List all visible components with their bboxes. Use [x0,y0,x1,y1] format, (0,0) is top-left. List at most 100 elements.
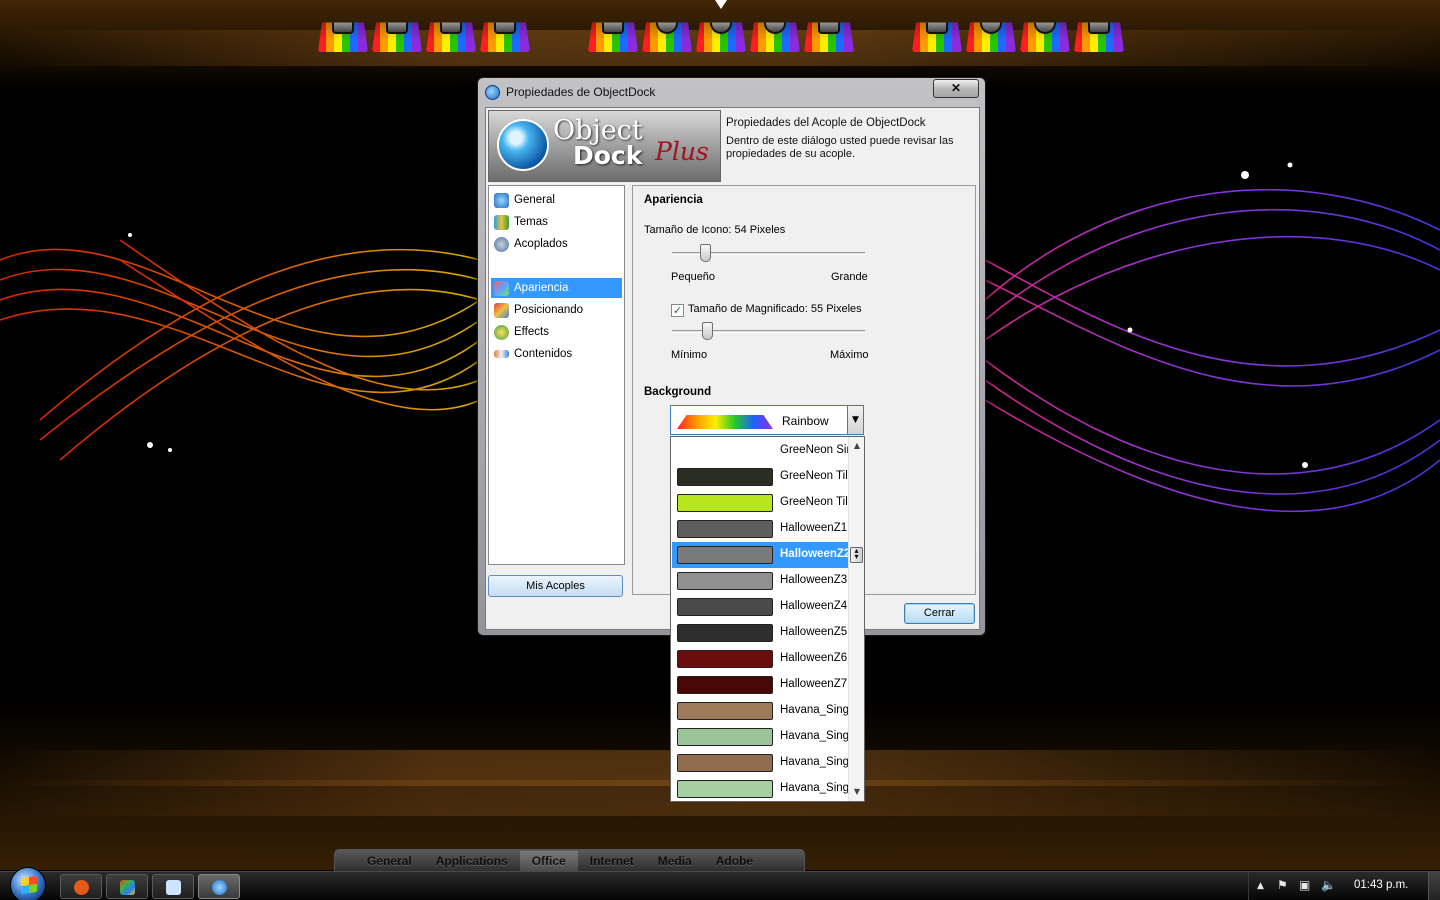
icon-size-label: Tamaño de Icono: 54 Pixeles [644,224,786,236]
show-hidden-icons-icon[interactable]: ▲ [1257,881,1264,891]
background-swatch [677,494,773,512]
background-swatch [677,442,773,460]
dropdown-option[interactable]: HalloweenZ5 [672,620,849,646]
section-title-background: Background [644,386,712,398]
category-list: General Temas Acoplados Apariencia Posic… [488,185,625,565]
taskbar-clock[interactable]: 01:43 p.m. [1354,879,1408,891]
dropdown-option[interactable]: Havana_Singl [672,724,849,750]
folder-monitor-icon[interactable] [372,22,422,52]
magnify-checkbox[interactable]: ✓ [671,304,684,317]
dropdown-option[interactable]: HalloweenZ1 [672,516,849,542]
background-dropdown-list: GreeNeon Sin GreeNeon Tile GreeNeon Tile Ha… [670,436,865,802]
ie-icon[interactable] [642,22,692,52]
nav-item-effects[interactable]: Effects [491,322,622,342]
chevron-down-icon[interactable]: ▼ [847,406,863,434]
nav-item-temas[interactable]: Temas [491,212,622,232]
background-selected-value: Rainbow [782,414,829,428]
dropdown-option-label: Havana_Singl [780,756,848,768]
icon-size-min-label: Pequeño [671,271,716,283]
positioning-tools-icon [494,302,509,318]
dropdown-option-label: HalloweenZ7 [780,678,848,690]
briefcase-icon[interactable] [1074,22,1124,52]
cerrar-button[interactable]: Cerrar [904,603,975,624]
tab-general[interactable]: General [355,854,424,868]
dropdown-option[interactable]: Havana_Singl [672,698,849,724]
magnify-max-label: Máximo [830,349,869,361]
dropdown-option-label: Havana_Singl [780,730,848,742]
background-select[interactable]: Rainbow ▼ [670,405,864,435]
themes-icon [494,214,509,230]
nav-item-contenidos[interactable]: Contenidos [491,344,622,364]
objectdock-plus-logo: Object Dock Plus [488,110,721,182]
tab-adobe[interactable]: Adobe [704,854,765,868]
network-icon[interactable]: ▣ [1299,878,1310,892]
dropdown-option[interactable]: HalloweenZ4 [672,594,849,620]
mis-acoples-button[interactable]: Mis Acoples [488,575,623,597]
dropdown-option-label: GreeNeon Tile [780,470,848,482]
background-swatch [677,624,773,642]
banner-title: Propiedades del Acople de ObjectDock [726,117,926,129]
scroll-down-icon[interactable]: ▼ [849,785,864,799]
background-swatch [677,468,773,486]
magnify-slider-thumb[interactable] [701,322,713,340]
dropdown-option[interactable]: HalloweenZ6 [672,646,849,672]
dropdown-scrollbar[interactable]: ▲ ▴ ▾ ▼ [848,437,864,801]
tab-internet[interactable]: Internet [578,854,646,868]
close-button[interactable]: ✕ [933,79,979,98]
nav-item-posicionando[interactable]: Posicionando [491,300,622,320]
toolbox-icon[interactable] [912,22,962,52]
hierarchy-icon[interactable] [1020,22,1070,52]
scroll-thumb[interactable]: ▴ ▾ [850,547,863,563]
start-button[interactable] [10,867,46,900]
dropdown-option[interactable]: Havana_Singl [672,750,849,776]
volume-icon[interactable]: 🔈 [1321,878,1336,892]
nav-item-label: Effects [514,326,549,338]
dropdown-option[interactable]: GreeNeon Tile [672,464,849,490]
zero-icon[interactable] [750,22,800,52]
dock-group-tools [912,10,1124,52]
background-swatch [677,520,773,538]
folder-music-icon[interactable] [426,22,476,52]
taskbar-firefox[interactable] [60,874,102,899]
taskbar-explorer[interactable] [106,874,148,899]
action-center-flag-icon[interactable]: ⚑ [1277,878,1288,892]
nav-item-apariencia[interactable]: Apariencia [491,278,622,298]
tab-media[interactable]: Media [646,854,704,868]
dropdown-option[interactable]: GreeNeon Sin [672,438,849,464]
titlebar[interactable]: Propiedades de ObjectDock ✕ [478,78,985,106]
network-icon[interactable] [804,22,854,52]
taskbar-notepad[interactable] [152,874,194,899]
icon-size-slider-thumb[interactable] [699,244,711,262]
dock-group-folders [318,10,530,52]
dropdown-option[interactable]: GreeNeon Tile [672,490,849,516]
magnify-slider-track[interactable] [672,330,865,333]
dropdown-option[interactable]: HalloweenZ7 [672,672,849,698]
scroll-up-icon[interactable]: ▲ [849,439,864,453]
show-desktop-button[interactable] [1428,872,1440,900]
background-swatch [677,598,773,616]
tab-applications[interactable]: Applications [424,854,520,868]
tab-office[interactable]: Office [519,850,578,871]
background-swatch [677,728,773,746]
power-icon[interactable] [696,22,746,52]
dropdown-option[interactable]: HalloweenZ3 [672,568,849,594]
nav-item-general[interactable]: General [491,190,622,210]
dock-group-system [588,10,854,52]
folder-lock-icon[interactable] [318,22,368,52]
share-icon[interactable] [966,22,1016,52]
nav-item-label: General [514,194,555,206]
folder-down-icon[interactable] [480,22,530,52]
dropdown-option[interactable]: Havana_Singl [672,776,849,801]
windows-explorer-icon [120,880,135,895]
dropdown-option-label: HalloweenZ3 [780,574,848,586]
dropdown-option-label: GreeNeon Sin [780,444,848,456]
dropdown-option-label: GreeNeon Tile [780,496,848,508]
nav-item-acoplados[interactable]: Acoplados [491,234,622,254]
background-swatch [677,780,773,798]
dropdown-option-label: HalloweenZ2 [780,548,848,560]
dropdown-option[interactable]: HalloweenZ2 [672,542,849,568]
background-swatch [677,546,773,564]
users-icon[interactable] [588,22,638,52]
magnify-label: Tamaño de Magnificado: 55 Pixeles [688,303,862,315]
taskbar-objectdock[interactable] [198,874,240,899]
